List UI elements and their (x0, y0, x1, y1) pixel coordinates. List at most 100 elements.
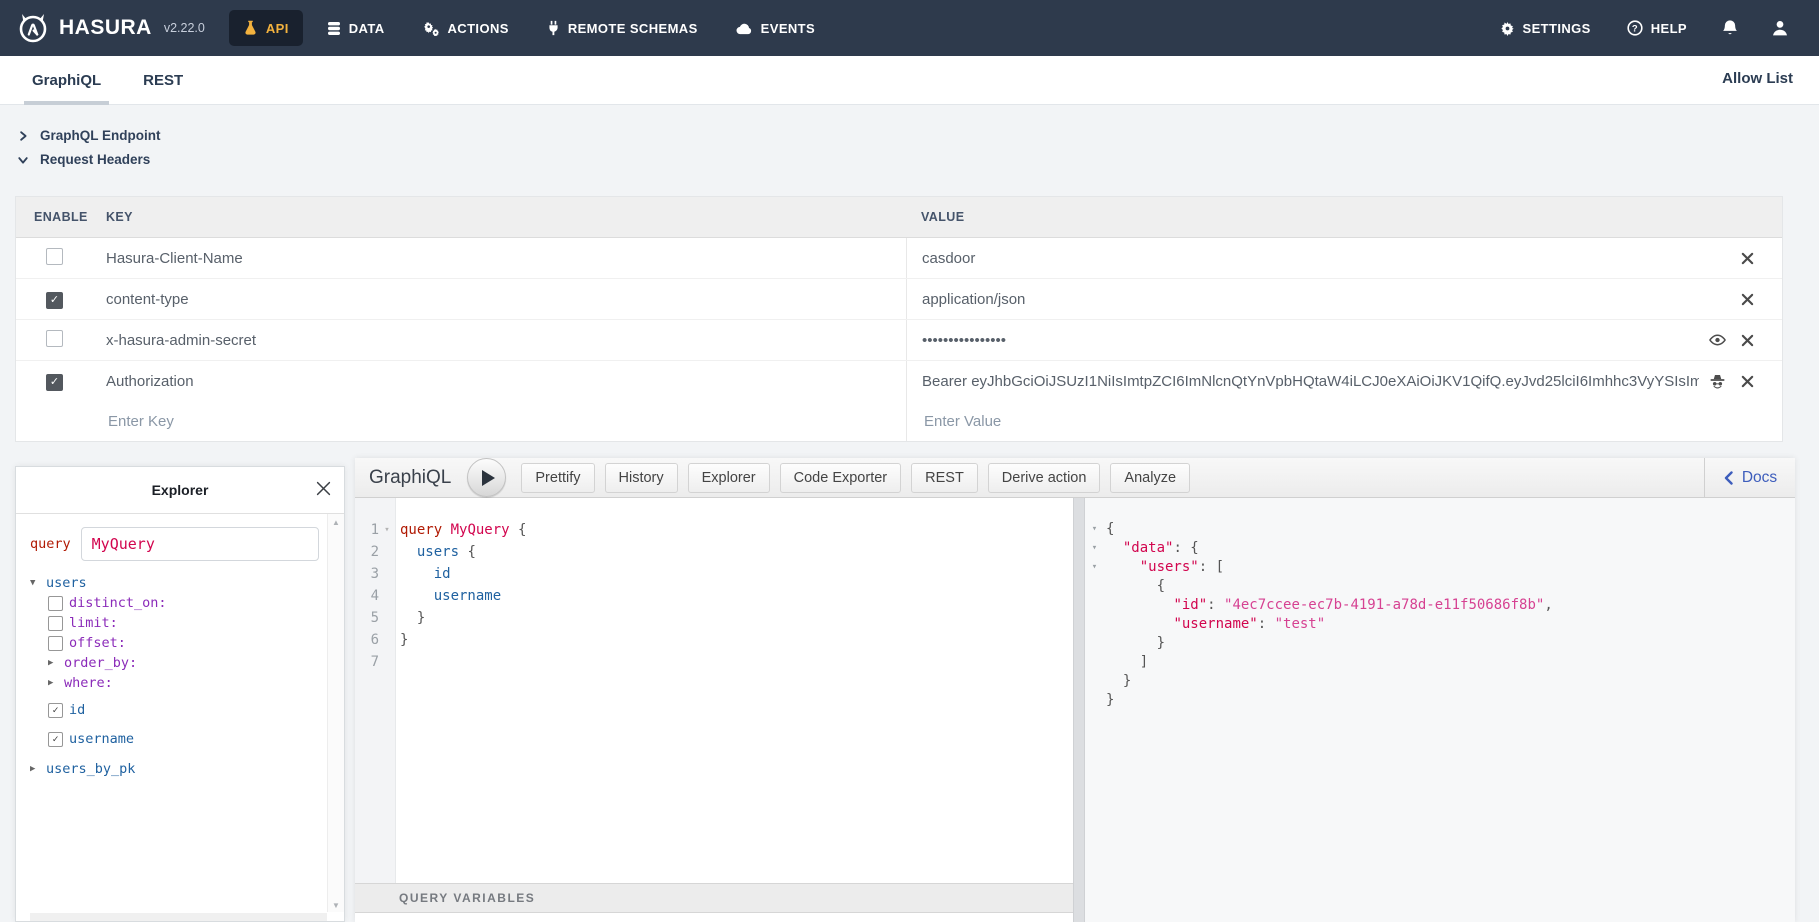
request-headers-label: Request Headers (40, 152, 150, 167)
chevron-down-icon (17, 154, 29, 166)
docs-button[interactable]: Docs (1704, 458, 1795, 497)
query-variables-editor[interactable] (355, 913, 1073, 922)
field-checkbox[interactable] (48, 616, 63, 631)
node-label: users (46, 575, 87, 591)
nav-item-label: ACTIONS (448, 21, 509, 36)
notifications-bell-icon[interactable] (1721, 19, 1739, 38)
header-key[interactable]: content-type (106, 291, 906, 308)
explorer-vertical-scrollbar[interactable]: ▲ ▼ (327, 514, 344, 912)
query-editor[interactable]: 1▾query MyQuery {2 users {3 id4 username… (355, 498, 1073, 883)
remove-header-x-icon[interactable] (1741, 252, 1754, 265)
query-name-input[interactable] (81, 527, 319, 561)
remove-header-x-icon[interactable] (1741, 293, 1754, 306)
nav-item-label: EVENTS (761, 21, 815, 36)
explorer-node-where[interactable]: ▶where: (48, 673, 327, 693)
expand-triangle-icon[interactable]: ▶ (48, 658, 58, 668)
editor-result-resizer[interactable] (1073, 498, 1085, 922)
remove-header-x-icon[interactable] (1741, 375, 1754, 388)
node-label: limit: (69, 615, 118, 631)
explorer-node-order-by[interactable]: ▶order_by: (48, 653, 327, 673)
reveal-eye-icon[interactable] (1709, 334, 1726, 346)
explorer-node-offset[interactable]: offset: (48, 633, 327, 653)
header-enable-checkbox[interactable] (46, 248, 63, 265)
history-button[interactable]: History (605, 463, 678, 493)
expand-triangle-icon[interactable]: ▶ (48, 678, 58, 688)
graphql-endpoint-label: GraphQL Endpoint (40, 128, 161, 143)
collapse-triangle-icon[interactable]: ▼ (30, 578, 40, 588)
new-header-key-input[interactable] (106, 412, 870, 431)
header-value[interactable]: application/json (922, 291, 1731, 308)
nav-item-label: DATA (349, 21, 385, 36)
header-key[interactable]: Authorization (106, 373, 906, 390)
request-headers-toggle[interactable]: Request Headers (17, 152, 150, 167)
field-checkbox[interactable] (48, 596, 63, 611)
flask-icon (243, 20, 258, 36)
query-variables-bar[interactable]: QUERY VARIABLES (355, 883, 1073, 913)
nav-item-remote-schemas[interactable]: REMOTE SCHEMAS (533, 10, 712, 46)
new-header-value-input[interactable] (922, 412, 1743, 431)
fold-arrow-icon[interactable]: ▾ (1087, 539, 1102, 558)
scroll-down-icon[interactable]: ▼ (328, 901, 344, 910)
tab-graphiql[interactable]: GraphiQL (24, 72, 109, 105)
remove-header-x-icon[interactable] (1741, 334, 1754, 347)
graphql-endpoint-toggle[interactable]: GraphQL Endpoint (17, 128, 161, 143)
header-row-authorization: ✓ Authorization Bearer eyJhbGciOiJSUzI1NiI… (16, 361, 1782, 401)
fold-arrow-icon[interactable]: ▾ (379, 519, 395, 541)
explorer-node-distinct-on[interactable]: distinct_on: (48, 593, 327, 613)
code-exporter-button[interactable]: Code Exporter (780, 463, 902, 493)
header-key[interactable]: x-hasura-admin-secret (106, 332, 906, 349)
profile-icon[interactable] (1771, 19, 1789, 37)
nav-item-actions[interactable]: ACTIONS (409, 11, 523, 46)
field-checkbox[interactable] (48, 636, 63, 651)
gear-icon (1500, 21, 1515, 36)
explorer-close-icon[interactable] (316, 481, 331, 496)
code-line: } (1087, 634, 1795, 653)
field-checkbox[interactable]: ✓ (48, 732, 63, 747)
header-value[interactable]: •••••••••••••••• (922, 332, 1699, 349)
nav-item-api[interactable]: API (229, 10, 303, 46)
database-icon (327, 21, 341, 36)
header-enable-checkbox[interactable]: ✓ (46, 374, 63, 391)
header-enable-checkbox[interactable]: ✓ (46, 292, 63, 309)
header-value[interactable]: Bearer eyJhbGciOiJSUzI1NiIsImtpZCI6ImNlc… (922, 373, 1699, 390)
allow-list-link[interactable]: Allow List (1722, 70, 1793, 87)
rest-button[interactable]: REST (911, 463, 978, 493)
tab-rest[interactable]: REST (135, 72, 191, 105)
explorer-node-id[interactable]: ✓id (48, 700, 327, 720)
explorer-horizontal-scrollbar[interactable] (30, 913, 327, 921)
execute-query-button[interactable] (467, 458, 506, 497)
graphiql-explorer-panel: Explorer query ▼usersdistinct_on:limit:o… (15, 466, 345, 922)
explorer-node-users[interactable]: ▼ users (30, 573, 327, 593)
nav-item-help[interactable]: ?HELP (1625, 14, 1689, 42)
scroll-up-icon[interactable]: ▲ (328, 518, 344, 527)
explorer-node-users-by-pk[interactable]: ▶users_by_pk (30, 759, 327, 779)
prettify-button[interactable]: Prettify (521, 463, 594, 493)
explorer-node-limit[interactable]: limit: (48, 613, 327, 633)
header-value[interactable]: casdoor (922, 250, 1731, 267)
derive-action-button[interactable]: Derive action (988, 463, 1101, 493)
node-label: offset: (69, 635, 126, 651)
query-variables-label: QUERY VARIABLES (399, 891, 535, 905)
field-checkbox[interactable]: ✓ (48, 703, 63, 718)
nav-item-data[interactable]: DATA (313, 11, 399, 46)
header-enable-checkbox[interactable] (46, 330, 63, 347)
editor-lines: 1▾query MyQuery {2 users {3 id4 username… (355, 519, 1073, 673)
decode-jwt-icon[interactable] (1709, 374, 1726, 389)
code-line: 5 } (355, 607, 1073, 629)
fold-arrow-icon[interactable]: ▾ (1087, 558, 1102, 577)
top-navbar: HASURA v2.22.0 API DATA ACTIONS REMOTE SCHE… (0, 0, 1819, 56)
expand-triangle-icon[interactable]: ▶ (30, 764, 40, 774)
explorer-node-username[interactable]: ✓username (48, 729, 327, 749)
explorer-button[interactable]: Explorer (688, 463, 770, 493)
nav-item-settings[interactable]: SETTINGS (1498, 15, 1593, 42)
brand-name: HASURA (59, 16, 152, 40)
brand[interactable]: HASURA v2.22.0 (0, 11, 205, 45)
api-subtabs: GraphiQL REST Allow List (0, 56, 1819, 105)
response-pane[interactable]: ▾{▾ "data": {▾ "users": [ { "id": "4ec7c… (1085, 498, 1795, 922)
analyze-button[interactable]: Analyze (1110, 463, 1190, 493)
gears-icon (423, 21, 440, 36)
header-key[interactable]: Hasura-Client-Name (106, 250, 906, 267)
request-headers-table: ENABLE KEY VALUE Hasura-Client-Namecasdo… (15, 196, 1783, 442)
fold-arrow-icon[interactable]: ▾ (1087, 520, 1102, 539)
nav-item-events[interactable]: EVENTS (722, 11, 829, 46)
